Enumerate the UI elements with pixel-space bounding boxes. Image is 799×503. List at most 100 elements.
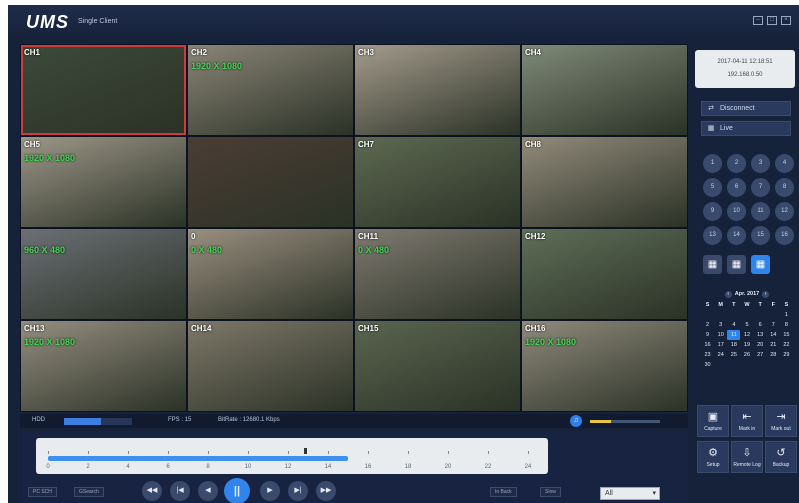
camera-tile[interactable]: CH13 1920 X 1080 bbox=[21, 321, 186, 411]
calendar-day[interactable]: 27 bbox=[754, 350, 767, 360]
timeline-tick-mark bbox=[448, 451, 449, 454]
camera-tile[interactable]: CH12 bbox=[522, 229, 687, 319]
layout-16-icon[interactable]: ▦ bbox=[751, 255, 770, 274]
channel-button[interactable]: 2 bbox=[727, 154, 746, 173]
pause-button[interactable]: || bbox=[224, 478, 250, 503]
gsearch-button[interactable]: GSearch bbox=[74, 487, 104, 497]
channel-button[interactable]: 10 bbox=[727, 202, 746, 221]
calendar-day[interactable]: 2 bbox=[701, 320, 714, 330]
calendar-day[interactable]: 15 bbox=[780, 330, 793, 340]
camera-tile[interactable]: CH15 bbox=[355, 321, 520, 411]
channel-select[interactable]: All ▾ bbox=[600, 487, 660, 500]
camera-tile[interactable] bbox=[188, 137, 353, 227]
step-back-button[interactable]: ◀ bbox=[198, 481, 218, 501]
calendar-day[interactable]: 4 bbox=[727, 320, 740, 330]
layout-4-icon[interactable]: ▦ bbox=[703, 255, 722, 274]
minimize-icon[interactable]: – bbox=[753, 16, 763, 25]
capture-button[interactable]: ▣ Capture bbox=[697, 405, 729, 437]
camera-tile[interactable]: CH8 bbox=[522, 137, 687, 227]
calendar-day[interactable]: 7 bbox=[767, 320, 780, 330]
calendar-day[interactable]: 3 bbox=[714, 320, 727, 330]
camera-tile[interactable]: CH7 bbox=[355, 137, 520, 227]
channel-button[interactable]: 8 bbox=[775, 178, 794, 197]
camera-tile[interactable]: CH16 1920 X 1080 bbox=[522, 321, 687, 411]
timeline-cursor[interactable] bbox=[304, 448, 307, 454]
channel-button[interactable]: 11 bbox=[751, 202, 770, 221]
channel-button[interactable]: 15 bbox=[751, 226, 770, 245]
camera-tile[interactable]: 960 X 480 bbox=[21, 229, 186, 319]
calendar-weekday: F bbox=[771, 302, 775, 308]
calendar-week: 9 10 11 12 13 14 15 bbox=[701, 330, 793, 340]
calendar-day[interactable]: 26 bbox=[740, 350, 753, 360]
camera-tile[interactable]: CH2 1920 X 1080 bbox=[188, 45, 353, 135]
camera-tile[interactable]: CH3 bbox=[355, 45, 520, 135]
channel-button[interactable]: 3 bbox=[751, 154, 770, 173]
calendar-day[interactable]: 17 bbox=[714, 340, 727, 350]
calendar-day[interactable]: 1 bbox=[780, 310, 793, 320]
in-back-button[interactable]: In Back bbox=[490, 487, 517, 497]
slow-button[interactable]: Slow bbox=[540, 487, 561, 497]
calendar-day[interactable]: 14 bbox=[767, 330, 780, 340]
channel-button[interactable]: 12 bbox=[775, 202, 794, 221]
calendar-day[interactable]: 6 bbox=[754, 320, 767, 330]
calendar-day[interactable]: 25 bbox=[727, 350, 740, 360]
calendar-day[interactable]: 21 bbox=[767, 340, 780, 350]
pc-sch-button[interactable]: PC SCH bbox=[28, 487, 57, 497]
setup-button[interactable]: ⚙ Setup bbox=[697, 441, 729, 473]
calendar-day[interactable]: 20 bbox=[754, 340, 767, 350]
mark-out-icon: ⇥ bbox=[776, 411, 786, 423]
calendar-day[interactable]: 11 bbox=[727, 330, 741, 340]
channel-button[interactable]: 6 bbox=[727, 178, 746, 197]
channel-button[interactable]: 1 bbox=[703, 154, 722, 173]
step-forward-button[interactable]: ▶ bbox=[260, 481, 280, 501]
volume-icon[interactable]: ♫ bbox=[570, 415, 582, 427]
calendar-prev-icon[interactable]: ‹ bbox=[724, 291, 732, 298]
channel-button[interactable]: 7 bbox=[751, 178, 770, 197]
camera-tile[interactable]: CH11 0 X 480 bbox=[355, 229, 520, 319]
calendar-day[interactable]: 8 bbox=[780, 320, 793, 330]
calendar-day[interactable]: 28 bbox=[767, 350, 780, 360]
camera-tile[interactable]: CH5 1920 X 1080 bbox=[21, 137, 186, 227]
calendar-day[interactable]: 18 bbox=[727, 340, 740, 350]
layout-9-icon[interactable]: ▦ bbox=[727, 255, 746, 274]
mark-in-button[interactable]: ⇤ Mark in bbox=[731, 405, 763, 437]
close-icon[interactable]: × bbox=[781, 16, 791, 25]
calendar-day[interactable]: 22 bbox=[780, 340, 793, 350]
timeline[interactable]: 0 2 4 6 8 10 12 14 16 18 20 22 24 bbox=[36, 438, 548, 474]
calendar-day[interactable]: 5 bbox=[740, 320, 753, 330]
calendar-day[interactable]: 29 bbox=[780, 350, 793, 360]
volume-slider[interactable] bbox=[590, 420, 660, 423]
backup-button[interactable]: ↺ Backup bbox=[765, 441, 797, 473]
calendar-day[interactable]: 23 bbox=[701, 350, 714, 360]
live-button[interactable]: ▦ Live bbox=[701, 121, 791, 136]
calendar-day[interactable]: 12 bbox=[740, 330, 753, 340]
remote-log-button[interactable]: ⇩ Remote Log bbox=[731, 441, 763, 473]
rewind-fast-button[interactable]: ◀◀ bbox=[142, 481, 162, 501]
channel-button[interactable]: 4 bbox=[775, 154, 794, 173]
calendar-next-icon[interactable]: › bbox=[762, 291, 770, 298]
mark-out-button[interactable]: ⇥ Mark out bbox=[765, 405, 797, 437]
calendar-day[interactable]: 13 bbox=[754, 330, 767, 340]
calendar-day[interactable]: 10 bbox=[714, 330, 727, 340]
camera-tile[interactable]: 0 0 X 480 bbox=[188, 229, 353, 319]
previous-button[interactable]: |◀ bbox=[170, 481, 190, 501]
channel-button[interactable]: 5 bbox=[703, 178, 722, 197]
camera-tile[interactable]: CH4 bbox=[522, 45, 687, 135]
app-logo: UMS bbox=[26, 12, 69, 32]
channel-button[interactable]: 9 bbox=[703, 202, 722, 221]
forward-fast-button[interactable]: ▶▶ bbox=[316, 481, 336, 501]
calendar-day[interactable]: 16 bbox=[701, 340, 714, 350]
calendar-day[interactable]: 30 bbox=[701, 360, 714, 370]
calendar-day[interactable]: 24 bbox=[714, 350, 727, 360]
channel-button[interactable]: 14 bbox=[727, 226, 746, 245]
channel-button[interactable]: 16 bbox=[775, 226, 794, 245]
disconnect-button[interactable]: ⇄ Disconnect bbox=[701, 101, 791, 116]
calendar-day[interactable]: 19 bbox=[740, 340, 753, 350]
calendar-day bbox=[767, 310, 780, 320]
camera-tile[interactable]: CH1 bbox=[21, 45, 186, 135]
next-button[interactable]: ▶| bbox=[288, 481, 308, 501]
maximize-icon[interactable]: □ bbox=[767, 16, 777, 25]
calendar-day[interactable]: 9 bbox=[701, 330, 714, 340]
camera-tile[interactable]: CH14 bbox=[188, 321, 353, 411]
channel-button[interactable]: 13 bbox=[703, 226, 722, 245]
